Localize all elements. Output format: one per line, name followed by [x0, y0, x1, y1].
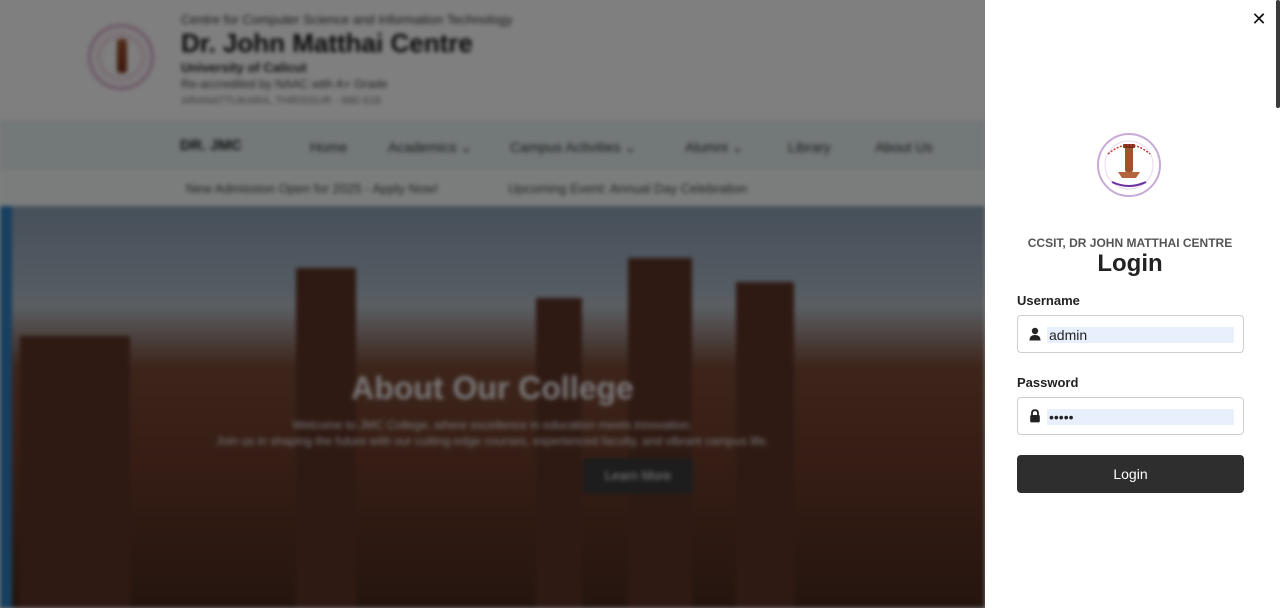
close-icon[interactable]: ✕ [1249, 10, 1269, 30]
page-title: Login [1097, 250, 1163, 277]
username-input[interactable]: admin [1047, 327, 1234, 343]
background-page: Centre for Computer Science and Informat… [0, 0, 985, 608]
user-icon [1029, 327, 1041, 341]
university-seal [1097, 133, 1161, 197]
username-label: Username [1017, 293, 1080, 308]
username-field[interactable]: admin [1017, 315, 1244, 353]
panel-subtitle: CCSIT, DR JOHN MATTHAI CENTRE [1027, 236, 1233, 250]
password-field[interactable]: ••••• [1017, 397, 1244, 435]
modal-backdrop[interactable] [0, 0, 985, 608]
login-button[interactable]: Login [1017, 455, 1244, 493]
panel-scrollbar[interactable] [1276, 0, 1280, 108]
login-panel: ✕ CCSIT, DR JOHN MATTHAI CENTRE Login Us… [985, 0, 1280, 608]
password-label: Password [1017, 375, 1079, 390]
password-input[interactable]: ••••• [1047, 409, 1234, 425]
lock-icon [1030, 409, 1040, 423]
